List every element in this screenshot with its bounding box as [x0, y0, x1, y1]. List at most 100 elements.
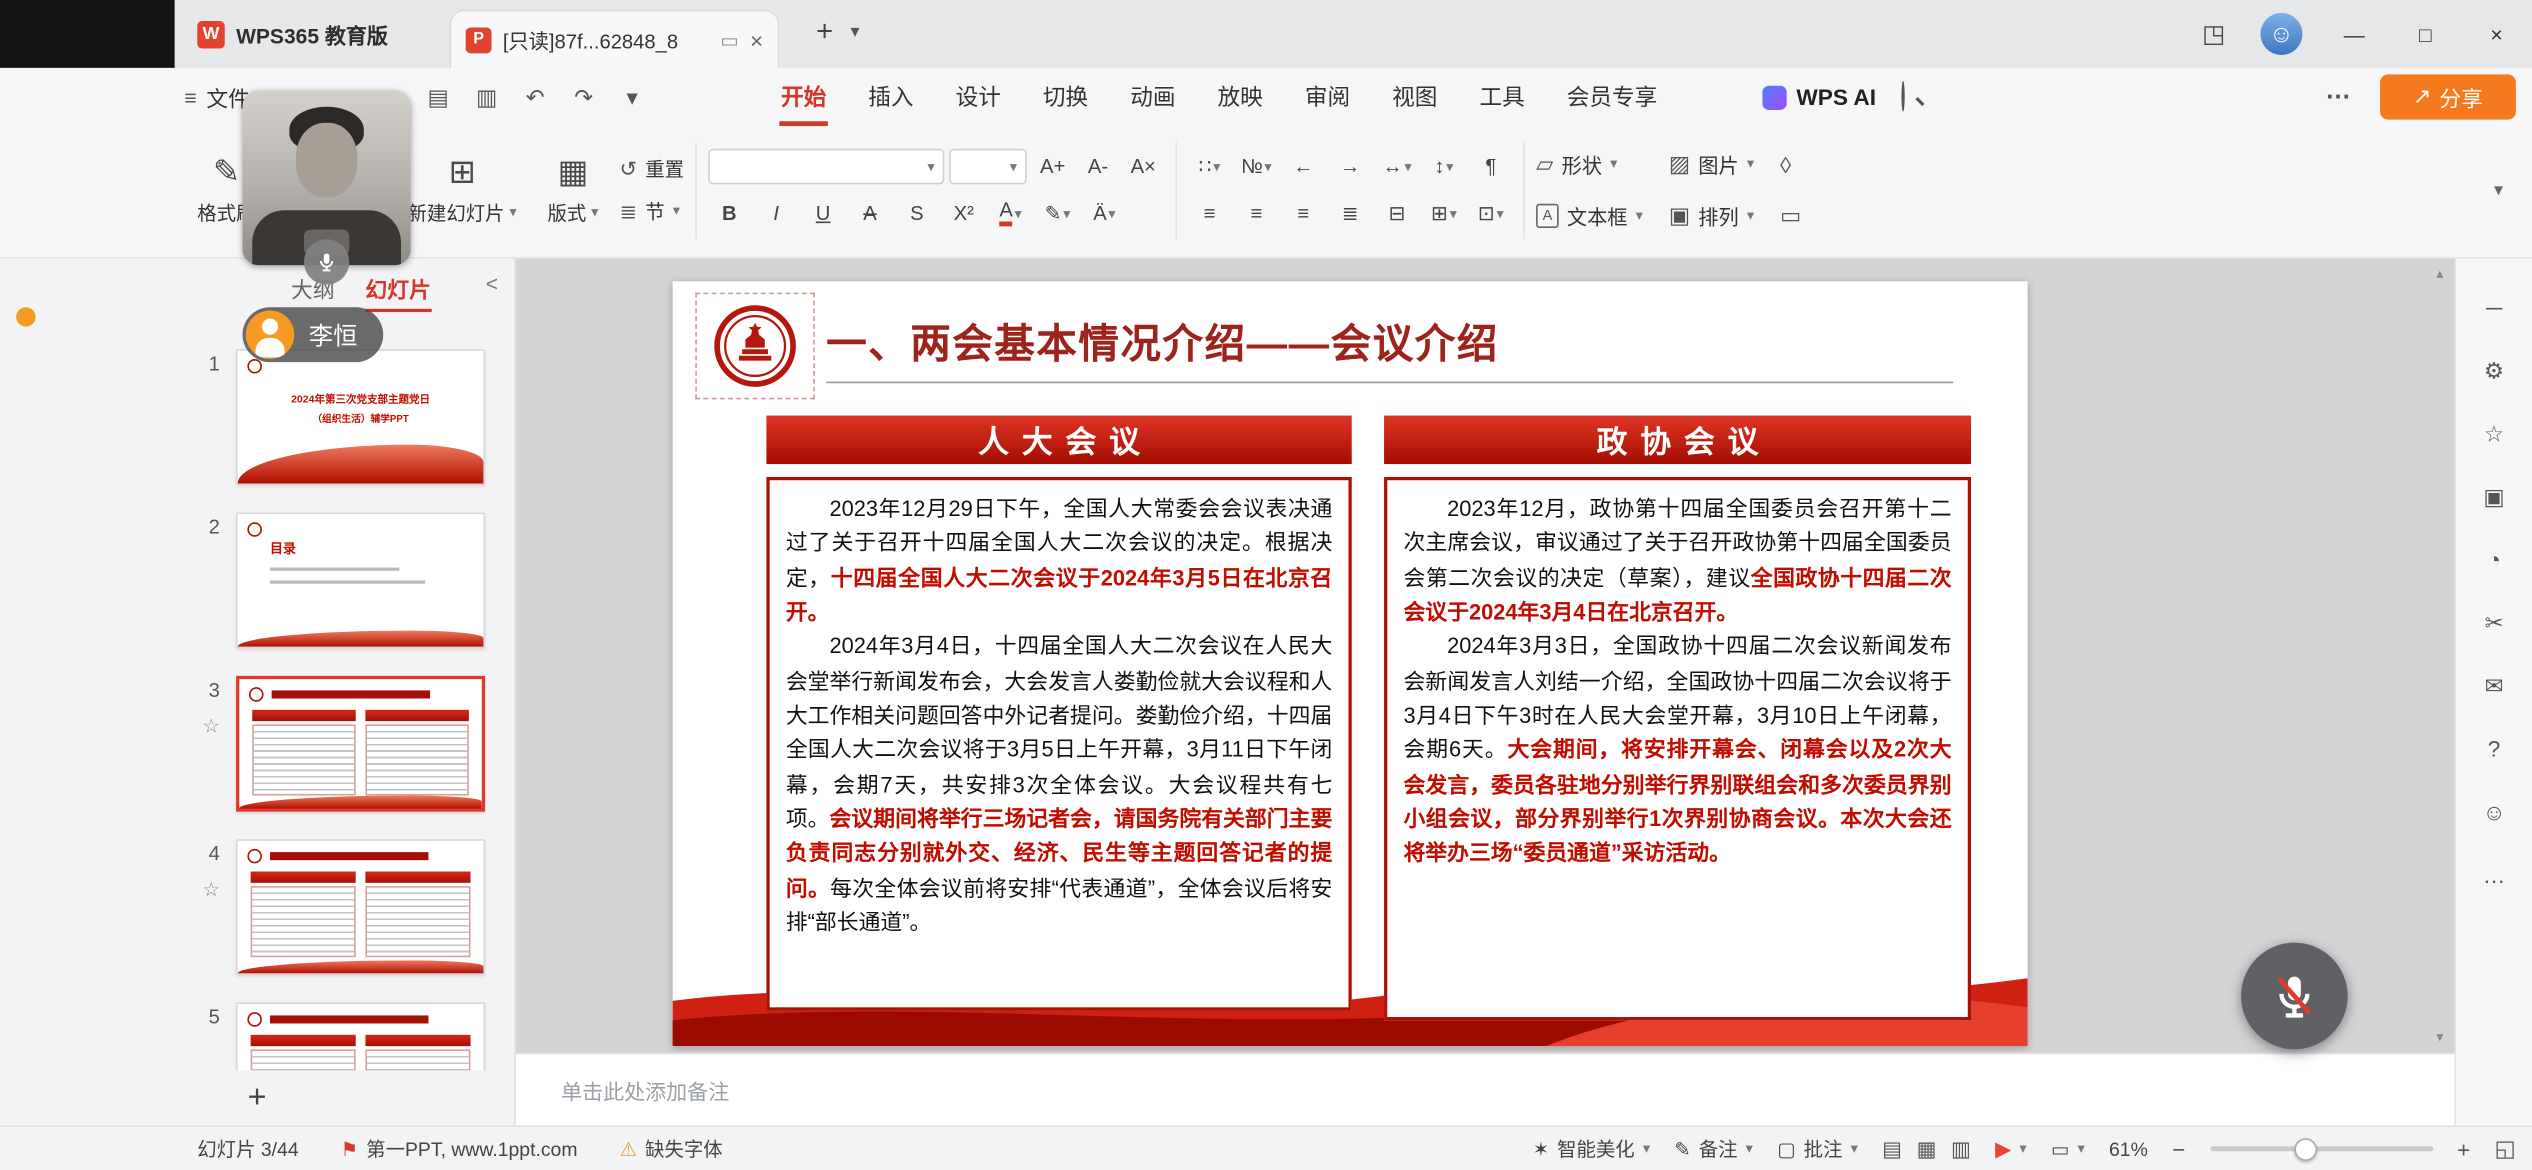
textbox-button[interactable]: A 文本框▾: [1536, 200, 1643, 231]
layout-button[interactable]: ▦ 版式▾: [538, 151, 608, 229]
right-column-header[interactable]: 政协会议: [1384, 416, 1971, 465]
slide-title[interactable]: 一、两会基本情况介绍——会议介绍: [826, 312, 1499, 370]
tab-membership[interactable]: 会员专享: [1546, 68, 1679, 126]
quick-access-dropdown-icon[interactable]: ▾: [611, 76, 653, 118]
increase-indent-icon[interactable]: →: [1329, 149, 1371, 185]
superscript-icon[interactable]: X²: [943, 196, 985, 232]
scroll-up-icon[interactable]: ▴: [2436, 265, 2443, 283]
share-button[interactable]: ↗ 分享: [2380, 74, 2516, 119]
webcam-mute-badge[interactable]: [304, 239, 349, 284]
slideshow-play-button[interactable]: ▶ ▾: [1995, 1136, 2027, 1162]
canvas-scrollbar[interactable]: ▴ ▾: [2430, 265, 2449, 1046]
slide[interactable]: 一、两会基本情况介绍——会议介绍 人大会议 政协会议 2023年12月29日下午…: [673, 281, 2028, 1046]
thumbnail-preview-current[interactable]: [236, 676, 485, 812]
columns-icon[interactable]: ⊞▾: [1423, 196, 1465, 232]
text-tools-icon[interactable]: ⊡▾: [1470, 196, 1512, 232]
tab-home[interactable]: 开始: [760, 68, 847, 126]
thumbnail-preview[interactable]: 2024年第三次党支部主题党日 （组织生活）辅学PPT: [236, 349, 485, 485]
document-tab[interactable]: P [只读]87f...62848_8 ▭ ×: [449, 10, 779, 68]
magic-eraser-button[interactable]: ◊: [1780, 151, 1801, 177]
tab-insert[interactable]: 插入: [847, 68, 934, 126]
more-options-icon[interactable]: …: [2325, 78, 2351, 107]
italic-icon[interactable]: I: [755, 196, 797, 232]
maximize-button[interactable]: □: [2390, 0, 2461, 68]
paragraph-settings-icon[interactable]: ¶: [1470, 149, 1512, 185]
emblem-placeholder[interactable]: [695, 293, 815, 400]
more-tools-icon[interactable]: …: [2470, 852, 2519, 897]
notes-button[interactable]: ✎ 备注▾: [1674, 1135, 1753, 1162]
justify-icon[interactable]: ≣: [1329, 196, 1371, 232]
phonetic-guide-icon[interactable]: Ä▾: [1083, 196, 1125, 232]
arrange-button[interactable]: ▣ 排列▾: [1669, 200, 1754, 231]
user-avatar[interactable]: ☺: [2260, 13, 2302, 55]
bold-icon[interactable]: B: [708, 196, 750, 232]
clipboard-icon[interactable]: ▣: [2470, 474, 2519, 519]
zoom-slider[interactable]: [2210, 1146, 2433, 1151]
microphone-button[interactable]: [2241, 943, 2348, 1050]
zoom-in-icon[interactable]: +: [2457, 1136, 2470, 1162]
font-family-select[interactable]: ▾: [708, 149, 944, 185]
highlight-icon[interactable]: ✎▾: [1037, 196, 1079, 232]
screen-button[interactable]: ▭: [1780, 202, 1801, 229]
picture-button[interactable]: ▨ 图片▾: [1669, 149, 1754, 180]
favorites-icon[interactable]: ☆: [2470, 411, 2519, 456]
redo-icon[interactable]: ↷: [563, 76, 605, 118]
undo-icon[interactable]: ↶: [514, 76, 556, 118]
print-preview-icon[interactable]: ▥: [466, 76, 508, 118]
comments-button[interactable]: ▢ 批注▾: [1777, 1135, 1858, 1162]
right-text-box[interactable]: 2023年12月，政协第十四届全国委员会召开第十二次主席会议，审议通过了关于召开…: [1384, 477, 1971, 1020]
bullets-icon[interactable]: ∷▾: [1188, 149, 1230, 185]
font-size-select[interactable]: ▾: [949, 149, 1027, 185]
notes-area[interactable]: 单击此处添加备注: [516, 1053, 2455, 1126]
add-slide-button[interactable]: +: [248, 1080, 267, 1117]
thumbnail-preview[interactable]: [236, 839, 485, 975]
reset-button[interactable]: ↺ 重置: [619, 155, 684, 182]
line-spacing-icon[interactable]: ↕▾: [1423, 149, 1465, 185]
missing-font-warning[interactable]: ⚠ 缺失字体: [620, 1135, 723, 1162]
tab-review[interactable]: 审阅: [1284, 68, 1371, 126]
projector-button[interactable]: ▭ ▾: [2051, 1137, 2085, 1160]
smart-beautify-button[interactable]: ✶ 智能美化▾: [1533, 1135, 1650, 1162]
thumbnail-preview[interactable]: [236, 1002, 485, 1070]
tab-list-dropdown-icon[interactable]: ▾: [850, 21, 859, 42]
decrease-indent-icon[interactable]: ←: [1282, 149, 1324, 185]
increase-font-icon[interactable]: A+: [1032, 149, 1074, 185]
collapse-ribbon-icon[interactable]: ▾: [2481, 173, 2516, 207]
contacts-icon[interactable]: ☺: [2470, 789, 2519, 834]
thumbnail-preview[interactable]: 目录: [236, 513, 485, 649]
font-color-icon[interactable]: A▾: [990, 196, 1032, 232]
file-menu-button[interactable]: ≡ 文件: [184, 68, 250, 126]
tab-design[interactable]: 设计: [935, 68, 1022, 126]
zoom-out-icon[interactable]: −: [2172, 1136, 2185, 1162]
panel-collapse-icon[interactable]: ─: [2470, 285, 2519, 330]
new-slide-button[interactable]: ⊞ 新建幻灯片▾: [398, 151, 527, 229]
slide-thumbnail-5[interactable]: 5: [0, 1002, 514, 1070]
slide-sorter-icon[interactable]: ▦: [1917, 1136, 1937, 1162]
shadow-icon[interactable]: S: [896, 196, 938, 232]
app-box-icon[interactable]: ◳: [2183, 19, 2244, 48]
history-icon[interactable]: ◔: [2470, 537, 2519, 582]
align-center-icon[interactable]: ≡: [1235, 196, 1277, 232]
tab-close-icon[interactable]: ×: [750, 27, 763, 53]
search-button[interactable]: [1901, 82, 1930, 111]
tab-tools[interactable]: 工具: [1458, 68, 1545, 126]
tab-slideshow[interactable]: 放映: [1197, 68, 1284, 126]
print-icon[interactable]: ▤: [417, 76, 459, 118]
reading-view-icon[interactable]: ▥: [1951, 1136, 1971, 1162]
tab-view[interactable]: 视图: [1371, 68, 1458, 126]
comment-icon[interactable]: ✉: [2470, 663, 2519, 708]
collapse-panel-icon[interactable]: <: [486, 272, 498, 296]
slide-thumbnail-3[interactable]: 3 ☆: [0, 676, 514, 812]
align-left-icon[interactable]: ≡: [1188, 196, 1230, 232]
strikethrough-icon[interactable]: A: [849, 196, 891, 232]
distribute-icon[interactable]: ⊟: [1376, 196, 1418, 232]
star-icon[interactable]: ☆: [202, 715, 219, 738]
text-direction-icon[interactable]: ↔▾: [1376, 149, 1418, 185]
close-button[interactable]: ×: [2461, 0, 2532, 68]
slide-canvas[interactable]: 一、两会基本情况介绍——会议介绍 人大会议 政协会议 2023年12月29日下午…: [516, 259, 2455, 1053]
tab-transition[interactable]: 切换: [1022, 68, 1109, 126]
slide-thumbnail-2[interactable]: 2 目录: [0, 513, 514, 649]
scroll-down-icon[interactable]: ▾: [2436, 1028, 2443, 1046]
new-tab-button[interactable]: +: [805, 15, 844, 49]
left-column-header[interactable]: 人大会议: [766, 416, 1351, 465]
